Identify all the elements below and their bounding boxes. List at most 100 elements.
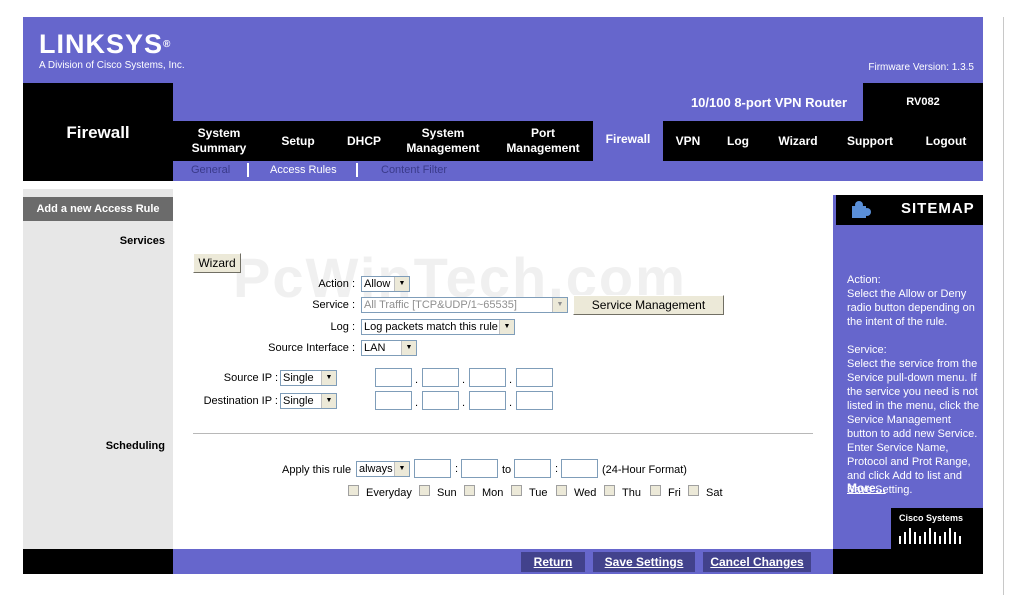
service-management-button[interactable]: Service Management: [573, 295, 724, 315]
log-value: Log packets match this rule: [364, 321, 498, 333]
log-select[interactable]: Log packets match this rule ▼: [361, 319, 515, 335]
source-ip-label: Source IP :: [223, 372, 278, 384]
destination-ip-octet-3[interactable]: [469, 391, 506, 410]
tab-support[interactable]: Support: [837, 121, 903, 161]
sun-checkbox[interactable]: [419, 485, 430, 496]
thu-checkbox[interactable]: [604, 485, 615, 496]
help-text-service: Select the service from the Service pull…: [847, 358, 980, 496]
source-ip-octet-2[interactable]: [422, 368, 459, 387]
help-heading-service: Service:: [847, 344, 887, 356]
mon-checkbox[interactable]: [464, 485, 475, 496]
chevron-down-icon: ▼: [401, 341, 416, 355]
end-hour-input[interactable]: [514, 459, 551, 478]
brand-tagline: A Division of Cisco Systems, Inc.: [39, 60, 185, 71]
tue-label: Tue: [529, 487, 548, 499]
apply-rule-select[interactable]: always ▼: [356, 461, 410, 477]
source-ip-octet-3[interactable]: [469, 368, 506, 387]
ip-dot: .: [462, 397, 466, 409]
source-interface-select[interactable]: LAN ▼: [361, 340, 417, 356]
tab-system-management[interactable]: System Management: [401, 121, 485, 161]
destination-ip-octet-2[interactable]: [422, 391, 459, 410]
source-ip-octet-4[interactable]: [516, 368, 553, 387]
tab-wizard[interactable]: Wizard: [769, 121, 827, 161]
chevron-down-icon: ▼: [394, 462, 409, 476]
end-minute-input[interactable]: [561, 459, 598, 478]
firmware-version: Firmware Version: 1.3.5: [868, 62, 974, 73]
start-hour-input[interactable]: [414, 459, 451, 478]
action-value: Allow: [364, 278, 391, 290]
router-admin-frame: LINKSYS® A Division of Cisco Systems, In…: [23, 17, 983, 574]
action-label: Action :: [318, 278, 355, 290]
time-colon: :: [455, 463, 459, 475]
subtab-general[interactable]: General: [191, 164, 230, 176]
services-label: Services: [119, 235, 165, 247]
return-button[interactable]: Return: [521, 552, 585, 572]
ip-dot: .: [509, 397, 513, 409]
everyday-checkbox[interactable]: [348, 485, 359, 496]
more-link[interactable]: More...: [847, 481, 886, 495]
chevron-down-icon: ▼: [499, 320, 514, 334]
wed-checkbox[interactable]: [556, 485, 567, 496]
sub-tab-bar: General Access Rules Content Filter: [173, 161, 983, 181]
sitemap-title: SITEMAP: [901, 200, 975, 217]
source-ip-mode-select[interactable]: Single ▼: [280, 370, 337, 386]
product-bar: 10/100 8-port VPN Router RV082: [173, 83, 983, 121]
save-settings-button[interactable]: Save Settings: [593, 552, 695, 572]
chevron-down-icon: ▼: [321, 394, 336, 408]
footer-actions: Return Save Settings Cancel Changes: [173, 549, 833, 574]
section-title-panel: Firewall: [23, 83, 173, 181]
cancel-changes-button[interactable]: Cancel Changes: [703, 552, 811, 572]
ip-dot: .: [462, 374, 466, 386]
destination-ip-mode-value: Single: [283, 395, 314, 407]
sitemap-help-text: Action: Select the Allow or Deny radio b…: [847, 273, 981, 511]
main-tab-bar: System Summary Setup DHCP System Managem…: [173, 117, 983, 161]
help-heading-action: Action:: [847, 274, 881, 286]
header-band: LINKSYS® A Division of Cisco Systems, In…: [23, 17, 983, 83]
destination-ip-octet-4[interactable]: [516, 391, 553, 410]
help-text-action: Select the Allow or Deny radio button de…: [847, 288, 975, 328]
tab-log[interactable]: Log: [717, 121, 759, 161]
section-title: Firewall: [66, 123, 130, 142]
cisco-systems-wordmark: Cisco Systems: [899, 513, 964, 523]
registered-mark: ®: [163, 39, 172, 50]
wizard-button[interactable]: Wizard: [193, 253, 241, 273]
destination-ip-mode-select[interactable]: Single ▼: [280, 393, 337, 409]
source-interface-value: LAN: [364, 342, 386, 354]
wed-label: Wed: [574, 487, 597, 499]
chevron-down-icon: ▼: [552, 298, 567, 312]
hour-format-label: (24-Hour Format): [602, 464, 687, 476]
tab-setup[interactable]: Setup: [269, 121, 327, 161]
sitemap-panel: SITEMAP Action: Select the Allow or Deny…: [833, 195, 983, 549]
brand-name: LINKSYS: [39, 29, 164, 59]
tab-system-summary[interactable]: System Summary: [181, 121, 257, 161]
subtab-separator: [247, 163, 249, 177]
model-number: RV082: [863, 83, 983, 121]
cisco-bars-icon: [899, 528, 961, 544]
footer-right: [833, 549, 983, 574]
linksys-logo: LINKSYS® A Division of Cisco Systems, In…: [39, 29, 185, 72]
action-select[interactable]: Allow ▼: [361, 276, 410, 292]
chevron-down-icon: ▼: [321, 371, 336, 385]
tue-checkbox[interactable]: [511, 485, 522, 496]
sat-checkbox[interactable]: [688, 485, 699, 496]
service-select[interactable]: All Traffic [TCP&UDP/1~65535] ▼: [361, 297, 568, 313]
tab-port-management[interactable]: Port Management: [499, 121, 587, 161]
destination-ip-octet-1[interactable]: [375, 391, 412, 410]
subtab-content-filter[interactable]: Content Filter: [381, 164, 447, 176]
tab-dhcp[interactable]: DHCP: [337, 121, 391, 161]
chevron-down-icon: ▼: [394, 277, 409, 291]
cisco-logo: Cisco Systems: [891, 508, 983, 549]
subtab-access-rules[interactable]: Access Rules: [270, 164, 337, 176]
everyday-label: Everyday: [366, 487, 412, 499]
tab-vpn[interactable]: VPN: [669, 121, 707, 161]
apply-rule-value: always: [359, 463, 393, 475]
source-ip-octet-1[interactable]: [375, 368, 412, 387]
tab-logout[interactable]: Logout: [911, 121, 981, 161]
to-label: to: [502, 464, 512, 476]
scheduling-label: Scheduling: [105, 440, 165, 452]
start-minute-input[interactable]: [461, 459, 498, 478]
source-ip-mode-value: Single: [283, 372, 314, 384]
fri-checkbox[interactable]: [650, 485, 661, 496]
source-interface-label: Source Interface :: [268, 342, 355, 354]
tab-firewall[interactable]: Firewall: [593, 117, 663, 161]
